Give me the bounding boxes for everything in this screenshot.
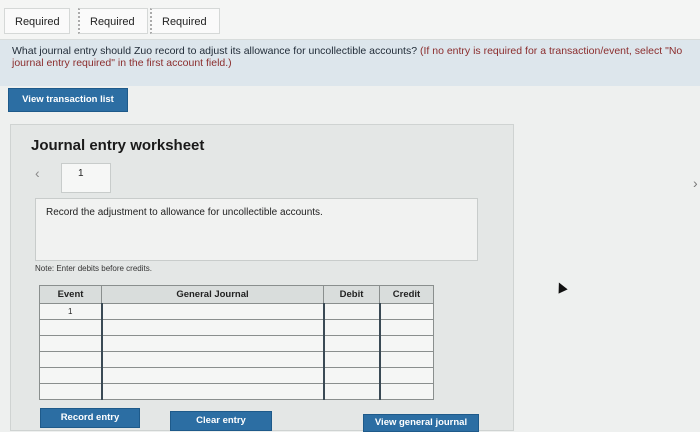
debit-input[interactable]	[323, 319, 381, 336]
credit-input[interactable]	[379, 303, 434, 320]
table-row	[39, 367, 434, 384]
clear-entry-button[interactable]: Clear entry	[170, 411, 272, 431]
header-general-journal: General Journal	[101, 285, 324, 304]
table-row	[39, 351, 434, 368]
table-row	[39, 383, 434, 400]
header-event: Event	[39, 285, 102, 304]
header-debit: Debit	[323, 285, 380, 304]
event-cell	[39, 383, 103, 400]
table-row: 1	[39, 303, 434, 320]
debit-input[interactable]	[323, 383, 381, 400]
account-input[interactable]	[101, 303, 325, 320]
event-cell: 1	[39, 303, 103, 320]
debit-input[interactable]	[323, 367, 381, 384]
tab-bar: Required 1 Required 2 Required 3	[0, 0, 700, 54]
record-entry-button[interactable]: Record entry	[40, 408, 140, 428]
header-credit: Credit	[379, 285, 434, 304]
account-input[interactable]	[101, 351, 325, 368]
account-input[interactable]	[101, 319, 325, 336]
next-arrow-icon[interactable]: ›	[693, 175, 698, 191]
tab-required-2[interactable]: Required 2	[78, 8, 148, 54]
event-cell	[39, 335, 103, 352]
journal-entry-worksheet: Journal entry worksheet ‹ 1 Record the a…	[10, 124, 514, 431]
credit-input[interactable]	[379, 383, 434, 400]
credit-input[interactable]	[379, 367, 434, 384]
worksheet-title: Journal entry worksheet	[31, 137, 205, 154]
event-cell	[39, 319, 103, 336]
journal-table: Event General Journal Debit Credit 1	[39, 285, 434, 400]
credit-input[interactable]	[379, 351, 434, 368]
mouse-cursor-icon	[554, 280, 568, 294]
tab-required-1[interactable]: Required 1	[4, 8, 70, 54]
credit-input[interactable]	[379, 335, 434, 352]
question-panel: What journal entry should Zuo record to …	[0, 40, 700, 86]
previous-arrow-icon[interactable]: ‹	[35, 165, 40, 181]
question-text: What journal entry should Zuo record to …	[12, 45, 418, 57]
debit-input[interactable]	[323, 335, 381, 352]
account-input[interactable]	[101, 367, 325, 384]
worksheet-note: Note: Enter debits before credits.	[35, 264, 152, 273]
account-input[interactable]	[101, 335, 325, 352]
tab-required-3[interactable]: Required 3	[150, 8, 220, 54]
transaction-description: Record the adjustment to allowance for u…	[35, 198, 478, 261]
table-row	[39, 319, 434, 336]
debit-input[interactable]	[323, 303, 381, 320]
debit-input[interactable]	[323, 351, 381, 368]
view-transaction-list-button[interactable]: View transaction list	[8, 88, 128, 112]
account-input[interactable]	[101, 383, 325, 400]
event-cell	[39, 351, 103, 368]
event-cell	[39, 367, 103, 384]
table-row	[39, 335, 434, 352]
view-general-journal-button[interactable]: View general journal	[363, 414, 479, 432]
page-number-tab[interactable]: 1	[61, 163, 111, 193]
credit-input[interactable]	[379, 319, 434, 336]
